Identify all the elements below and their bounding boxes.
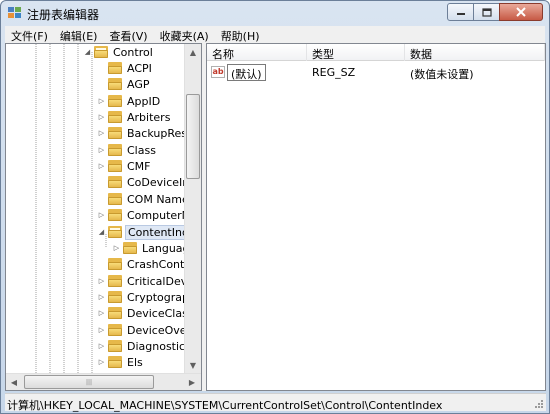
- folder-open-icon: [94, 46, 108, 58]
- folder-icon: [108, 258, 122, 270]
- folder-icon: [108, 324, 122, 336]
- column-header-type[interactable]: 类型: [307, 44, 405, 61]
- tree-item-label: AGP: [127, 77, 150, 91]
- regedit-app-icon: [8, 7, 21, 18]
- close-button[interactable]: [499, 3, 543, 21]
- expand-arrow-icon[interactable]: ▷: [97, 326, 106, 335]
- expand-arrow-icon[interactable]: ▷: [97, 211, 106, 220]
- folder-icon: [108, 127, 122, 139]
- collapse-arrow-icon[interactable]: ◢: [97, 228, 106, 237]
- folder-icon: [123, 242, 137, 254]
- tree-item-label: CMF: [127, 159, 151, 173]
- tree-item-arbiters[interactable]: ▷ Arbiters: [97, 109, 172, 125]
- folder-icon: [108, 111, 122, 123]
- tree-item-diagnostics[interactable]: ▷ Diagnostics: [97, 338, 193, 354]
- values-list[interactable]: 名称 类型 数据 ab (默认) REG_SZ (数值未设置): [206, 43, 546, 391]
- expand-arrow-icon[interactable]: ▷: [97, 113, 106, 122]
- minimize-icon: [456, 13, 465, 15]
- folder-icon: [108, 95, 122, 107]
- expand-arrow-icon[interactable]: ▷: [97, 129, 106, 138]
- value-name-edit-field[interactable]: (默认): [227, 64, 266, 81]
- tree-item-label: ACPI: [127, 61, 152, 75]
- tree-item-els[interactable]: ▷ Els: [97, 354, 145, 370]
- folder-icon: [108, 144, 122, 156]
- expand-arrow-icon[interactable]: ▷: [97, 293, 106, 302]
- folder-icon: [108, 356, 122, 368]
- maximize-button[interactable]: [473, 3, 500, 21]
- caption-buttons: [447, 3, 543, 22]
- tree-vertical-scrollbar[interactable]: ▲ ▼: [184, 44, 201, 374]
- menu-help[interactable]: 帮助(H): [215, 26, 266, 43]
- folder-icon: [108, 62, 122, 74]
- collapse-arrow-icon[interactable]: ◢: [83, 48, 92, 57]
- folder-icon: [108, 209, 122, 221]
- status-path: 计算机\HKEY_LOCAL_MACHINE\SYSTEM\CurrentCon…: [7, 399, 443, 412]
- folder-icon: [108, 193, 122, 205]
- status-bar: 计算机\HKEY_LOCAL_MACHINE\SYSTEM\CurrentCon…: [5, 393, 546, 412]
- menu-favorites[interactable]: 收藏夹(A): [154, 26, 215, 43]
- folder-icon: [108, 176, 122, 188]
- tree-item-label: AppID: [127, 94, 161, 108]
- string-value-icon: ab: [211, 66, 225, 78]
- minimize-button[interactable]: [447, 3, 474, 21]
- tree-item-acpi[interactable]: ACPI: [97, 60, 154, 76]
- expand-arrow-icon[interactable]: ▷: [97, 358, 106, 367]
- registry-tree[interactable]: ◢ Control ACPI AGP ▷ AppID ▷ Arbiters ▷ …: [5, 43, 202, 391]
- column-header-name[interactable]: 名称: [207, 44, 307, 61]
- folder-open-icon: [108, 226, 122, 238]
- tree-item-appid[interactable]: ▷ AppID: [97, 93, 162, 109]
- client-area: ◢ Control ACPI AGP ▷ AppID ▷ Arbiters ▷ …: [5, 43, 546, 391]
- value-type: REG_SZ: [312, 66, 356, 79]
- folder-icon: [108, 307, 122, 319]
- column-header-data[interactable]: 数据: [405, 44, 545, 61]
- folder-icon: [108, 291, 122, 303]
- folder-icon: [108, 160, 122, 172]
- scroll-right-arrow-icon[interactable]: ▶: [184, 374, 200, 390]
- tree-item-class[interactable]: ▷ Class: [97, 142, 158, 158]
- folder-icon: [108, 275, 122, 287]
- tree-item-label: Diagnostics: [127, 339, 191, 353]
- expand-arrow-icon[interactable]: ▷: [97, 309, 106, 318]
- menu-view[interactable]: 查看(V): [103, 26, 153, 43]
- tree-item-label: Control: [113, 45, 153, 59]
- resize-grip-icon[interactable]: [533, 398, 544, 409]
- tree-item-agp[interactable]: AGP: [97, 76, 152, 92]
- tree-vertical-scroll-thumb[interactable]: [186, 94, 200, 179]
- tree-horizontal-scrollbar[interactable]: ◀ ||| ▶: [6, 373, 201, 390]
- value-data: (数值未设置): [410, 68, 474, 81]
- title-bar[interactable]: 注册表编辑器: [1, 1, 549, 25]
- list-item[interactable]: ab (默认) REG_SZ (数值未设置): [207, 64, 545, 81]
- folder-icon: [108, 78, 122, 90]
- menu-file[interactable]: 文件(F): [5, 26, 54, 43]
- window-title: 注册表编辑器: [27, 8, 100, 22]
- expand-arrow-icon[interactable]: ▷: [97, 162, 106, 171]
- scroll-down-arrow-icon[interactable]: ▼: [185, 357, 201, 374]
- tree-horizontal-scroll-thumb[interactable]: |||: [24, 375, 154, 389]
- scroll-up-arrow-icon[interactable]: ▲: [185, 44, 201, 61]
- expand-arrow-icon[interactable]: ▷: [97, 146, 106, 155]
- expand-arrow-icon[interactable]: ▷: [97, 277, 106, 286]
- registry-editor-window: 注册表编辑器 文件(F) 编辑(E) 查看(V) 收藏夹(A) 帮助(H) ◢ …: [0, 0, 550, 414]
- expand-arrow-icon[interactable]: ▷: [97, 342, 106, 351]
- expand-arrow-icon[interactable]: ▷: [112, 244, 121, 253]
- expand-arrow-icon[interactable]: ▷: [97, 97, 106, 106]
- maximize-icon: [481, 7, 492, 17]
- menu-edit[interactable]: 编辑(E): [54, 26, 104, 43]
- tree-item-label: Arbiters: [127, 110, 171, 124]
- tree-item-label: Class: [127, 143, 156, 157]
- list-header: 名称 类型 数据: [207, 44, 545, 61]
- folder-icon: [108, 340, 122, 352]
- close-icon: [516, 7, 526, 17]
- menu-bar: 文件(F) 编辑(E) 查看(V) 收藏夹(A) 帮助(H): [5, 26, 545, 43]
- tree-item-cmf[interactable]: ▷ CMF: [97, 158, 153, 174]
- scroll-left-arrow-icon[interactable]: ◀: [6, 374, 22, 390]
- tree-item-label: Els: [127, 355, 143, 369]
- tree-item-control[interactable]: ◢ Control: [83, 44, 155, 60]
